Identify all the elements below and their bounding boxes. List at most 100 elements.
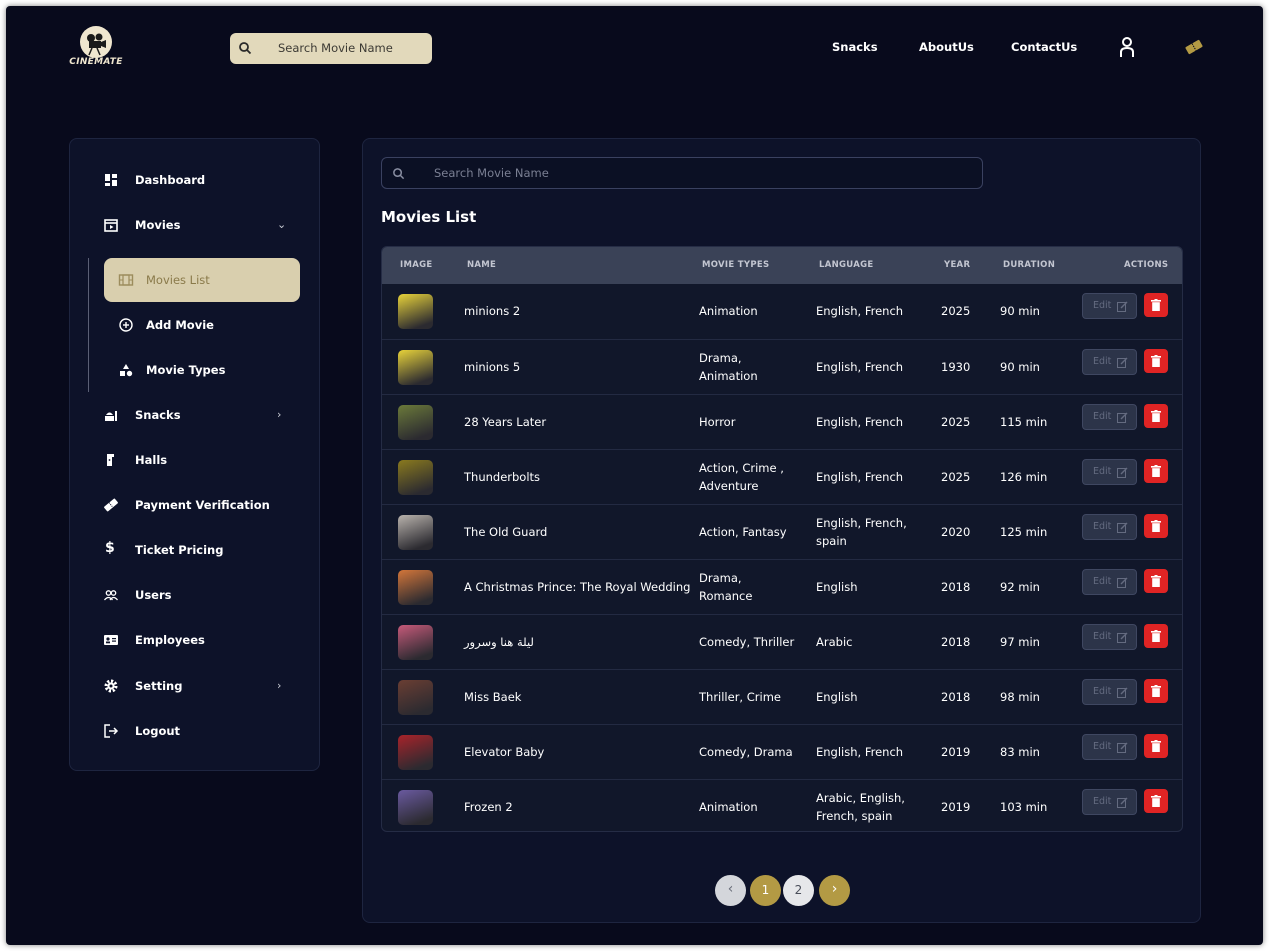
nav-aboutus-link[interactable]: AboutUs [919,40,974,54]
users-icon [103,590,119,601]
year-cell-line: 2020 [941,525,971,539]
movie-search-input[interactable]: Search Movie Name [381,157,983,189]
language-cell: Arabic [816,633,852,651]
table-header: IMAGE NAME MOVIE TYPES LANGUAGE YEAR DUR… [382,247,1182,284]
pagination-page-1[interactable]: 1 [750,875,781,906]
movie-name-cell: Frozen 2 [464,798,513,816]
duration-cell: 83 min [1000,743,1040,761]
sidebar-subitem-label: Movie Types [146,363,226,377]
sidebar-item-logout[interactable]: Logout [70,713,321,749]
movie-name-cell: A Christmas Prince: The Royal Wedding [464,578,690,596]
edit-button[interactable]: Edit [1082,734,1137,760]
delete-button[interactable] [1144,514,1168,538]
sidebar-item-label: Movies [135,218,181,232]
pagination-next-button[interactable]: › [819,875,850,906]
pagination-prev-button[interactable]: ‹ [715,875,746,906]
edit-button[interactable]: Edit [1082,679,1137,705]
movie-types-cell: Comedy, Drama [699,743,793,761]
sidebar-subitem-label: Movies List [146,273,210,287]
movie-name-cell-line: Frozen 2 [464,800,513,814]
ticket-icon[interactable] [1184,39,1204,55]
pagination-page-2[interactable]: 2 [783,875,814,906]
movie-types-cell: Comedy, Thriller [699,633,794,651]
movie-types-cell-line: Comedy, Thriller [699,635,795,649]
delete-button[interactable] [1144,789,1168,813]
movie-types-cell: Action, Crime , Adventure [699,459,784,495]
shapes-icon [120,364,133,377]
chevron-right-icon: › [277,679,282,692]
sidebar-item-payment-verification[interactable]: Payment Verification [70,487,321,523]
sidebar-subitem-movies-list[interactable]: Movies List [104,258,300,302]
edit-button[interactable]: Edit [1082,624,1137,650]
nav-snacks-link[interactable]: Snacks [832,40,878,54]
pencil-icon [1117,522,1128,533]
page-number: 1 [761,883,770,897]
user-icon[interactable] [1118,36,1136,58]
edit-button[interactable]: Edit [1082,569,1137,595]
edit-button[interactable]: Edit [1082,514,1137,540]
edit-button[interactable]: Edit [1082,349,1137,375]
sidebar-subitem-label: Add Movie [146,318,214,332]
year-cell: 2019 [941,743,970,761]
movie-types-cell-line: Thriller, Crime [699,690,781,704]
sidebar-subitem-movie-types[interactable]: Movie Types [104,348,300,392]
duration-cell: 115 min [1000,413,1047,431]
sidebar-item-users[interactable]: Users [70,577,321,613]
year-cell: 2019 [941,798,970,816]
header-search-input[interactable]: Search Movie Name [230,33,432,64]
movie-name-cell-line: ليلة هنا وسرور [464,635,534,649]
language-cell-line: English, French [816,415,904,429]
delete-button[interactable] [1144,293,1168,317]
sidebar-item-halls[interactable]: Halls [70,442,321,478]
chevron-down-icon: ⌄ [277,218,287,231]
year-cell: 2025 [941,468,970,486]
delete-button[interactable] [1144,624,1168,648]
delete-button[interactable] [1144,679,1168,703]
delete-button[interactable] [1144,349,1168,373]
sidebar-item-employees[interactable]: Employees [70,622,321,658]
edit-button[interactable]: Edit [1082,459,1137,485]
year-cell: 2025 [941,413,970,431]
sidebar-item-snacks[interactable]: Snacks › [70,397,321,433]
sidebar-item-setting[interactable]: Setting › [70,668,321,704]
sidebar-subitem-add-movie[interactable]: Add Movie [104,303,300,347]
sidebar-item-label: Employees [135,633,205,647]
year-cell-line: 2025 [941,304,971,318]
delete-button[interactable] [1144,404,1168,428]
language-cell: English, French [816,413,903,431]
column-header-duration: DURATION [1003,260,1056,270]
column-header-name: NAME [467,260,497,270]
movie-poster-thumbnail [398,735,433,770]
sidebar-item-dashboard[interactable]: Dashboard [70,162,321,198]
movie-search-placeholder: Search Movie Name [434,166,549,180]
pencil-icon [1117,687,1128,698]
edit-button[interactable]: Edit [1082,404,1137,430]
year-cell-line: 2018 [941,580,971,594]
delete-button[interactable] [1144,569,1168,593]
search-icon [393,168,405,180]
column-header-image: IMAGE [400,260,433,270]
edit-button[interactable]: Edit [1082,293,1137,319]
delete-button[interactable] [1144,734,1168,758]
pencil-icon [1117,742,1128,753]
nav-contactus-link[interactable]: ContactUs [1011,40,1077,54]
language-cell: English, French [816,358,903,376]
sidebar-item-label: Ticket Pricing [135,543,224,557]
movie-types-cell: Horror [699,413,735,431]
language-cell: Arabic, English, French, spain [816,789,905,825]
sidebar-item-movies[interactable]: Movies ⌄ [70,207,321,243]
edit-button-label: Edit [1093,356,1112,367]
table-row: Miss Baek Thriller, Crime English 2018 98 mi… [382,669,1182,724]
sidebar-item-label: Dashboard [135,173,206,187]
delete-button[interactable] [1144,459,1168,483]
sidebar-item-ticket-pricing[interactable]: $ Ticket Pricing [70,532,321,568]
trash-icon [1151,299,1161,311]
table-row: 28 Years Later Horror English, French 2025 1… [382,394,1182,449]
movie-name-cell: Thunderbolts [464,468,540,486]
edit-button[interactable]: Edit [1082,789,1137,815]
cinemate-logo[interactable]: CINEMATE [68,26,124,74]
gear-icon [104,679,118,693]
movie-types-cell-line: Adventure [699,479,759,493]
duration-cell-line: 126 min [1000,470,1048,484]
movies-table: IMAGE NAME MOVIE TYPES LANGUAGE YEAR DUR… [381,246,1183,832]
